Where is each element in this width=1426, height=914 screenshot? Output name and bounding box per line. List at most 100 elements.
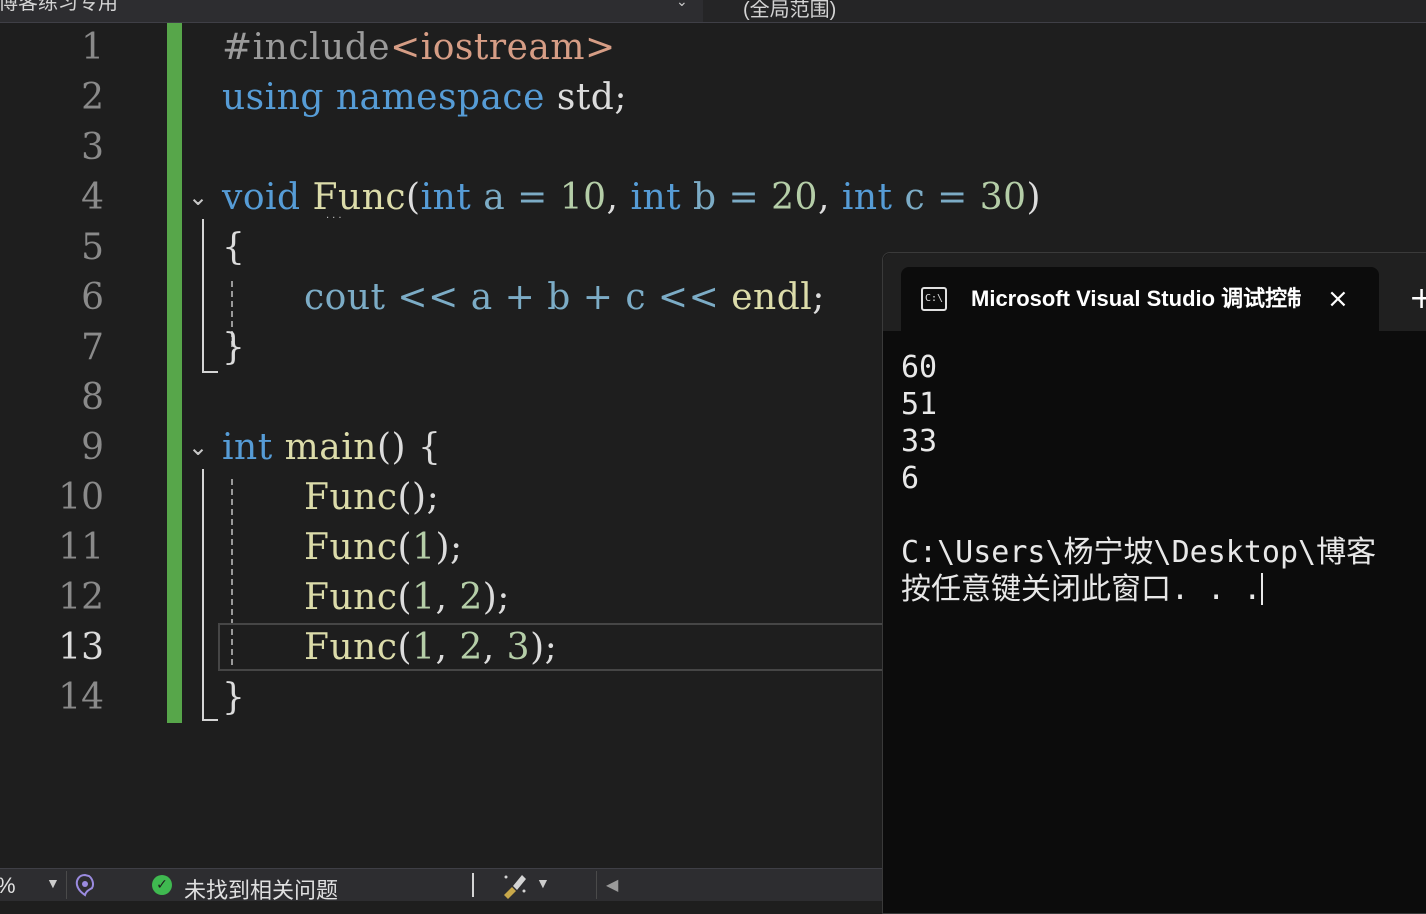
code-text: ();	[397, 477, 440, 518]
code-text: ;	[812, 277, 825, 318]
param: c =	[892, 177, 980, 218]
code-line-7[interactable]: }	[222, 323, 245, 373]
line-number: 7	[81, 327, 104, 368]
close-icon[interactable]: ×	[1327, 283, 1349, 315]
divider	[66, 871, 67, 899]
function-name: endl	[731, 277, 813, 318]
code-text: }	[222, 677, 246, 718]
copilot-icon[interactable]	[74, 873, 96, 897]
output-line: 51	[901, 387, 938, 422]
code-text: (	[397, 577, 413, 618]
console-tab-bar: C:\ Microsoft Visual Studio 调试控制台 × +	[883, 253, 1426, 331]
number: 20	[771, 177, 818, 218]
fold-chevron-icon[interactable]: ⌄	[188, 433, 218, 463]
function-name: Func	[304, 527, 398, 568]
code-text: () {	[376, 427, 442, 468]
line-number: 11	[58, 527, 104, 568]
code-text: ,	[606, 177, 631, 218]
scroll-left-icon[interactable]: ◀	[606, 875, 618, 895]
code-text: );	[435, 527, 463, 568]
line-number: 12	[58, 577, 104, 618]
zoom-level[interactable]: %	[0, 873, 16, 899]
code-text: ,	[435, 627, 460, 668]
fold-chevron-icon[interactable]: ⌄	[188, 183, 218, 213]
code-line-14[interactable]: }	[222, 673, 245, 723]
change-tracking-bar	[167, 23, 182, 723]
number: 1	[412, 627, 436, 668]
code-text: {	[222, 227, 246, 268]
line-number: 9	[81, 427, 104, 468]
scope-dropdown-value: (全局范围)	[743, 0, 837, 21]
number: 1	[412, 577, 436, 618]
code-text: cout << a + b + c <<	[304, 277, 732, 318]
keyword: using	[222, 77, 324, 118]
scope-dropdown[interactable]: (全局范围)	[703, 0, 1426, 22]
editor-status-bar: % ▼ ✓ 未找到相关问题 ▼ ◀	[0, 868, 882, 903]
terminal-icon: C:\	[921, 287, 947, 311]
scope-guide	[202, 219, 204, 349]
line-number: 5	[81, 227, 104, 268]
divider	[596, 871, 597, 899]
number: 2	[459, 627, 483, 668]
code-text: )	[1026, 177, 1042, 218]
code-text: );	[482, 577, 510, 618]
code-line-11[interactable]: Func(1);	[304, 523, 463, 573]
code-line-5[interactable]: {	[222, 223, 245, 273]
code-line-10[interactable]: Func();	[304, 473, 439, 523]
scope-guide	[202, 469, 204, 699]
scope-guide-end	[202, 699, 218, 721]
output-line: 6	[901, 461, 920, 496]
code-text: ,	[482, 627, 507, 668]
keyword: int	[841, 177, 893, 218]
line-number-current: 13	[58, 627, 104, 668]
chevron-down-icon[interactable]: ▼	[46, 875, 60, 891]
code-text: ,	[817, 177, 842, 218]
include-header: <iostream>	[390, 27, 616, 68]
output-line: C:\Users\杨宁坡\Desktop\博客	[901, 535, 1377, 570]
line-number: 14	[58, 677, 104, 718]
param: a =	[471, 177, 560, 218]
console-tab-title: Microsoft Visual Studio 调试控制台	[971, 286, 1301, 311]
line-number: 6	[81, 277, 104, 318]
project-dropdown[interactable]: 博客练习专用 ⌄	[0, 0, 695, 22]
debug-console-window[interactable]: C:\ Microsoft Visual Studio 调试控制台 × + 60…	[882, 252, 1426, 914]
number: 2	[459, 577, 483, 618]
keyword: int	[420, 177, 472, 218]
code-text: (	[397, 527, 413, 568]
code-line-9[interactable]: int main() {	[222, 423, 441, 473]
code-text: (	[406, 177, 421, 218]
function-name: Func	[304, 577, 398, 618]
chevron-down-icon[interactable]: ▼	[536, 875, 550, 891]
code-line-12[interactable]: Func(1, 2);	[304, 573, 510, 623]
issues-status[interactable]: 未找到相关问题	[184, 873, 338, 905]
code-line-13[interactable]: Func(1, 2, 3);	[304, 623, 557, 673]
console-output: 60 51 33 6 C:\Users\杨宁坡\Desktop\博客 按任意键关…	[901, 349, 1376, 608]
function-name: Func	[312, 177, 407, 218]
line-number: 3	[81, 127, 104, 168]
output-line: 按任意键关闭此窗口. . .	[901, 572, 1262, 607]
scope-guide-end	[202, 349, 218, 373]
code-line-1[interactable]: #include<iostream>	[222, 23, 616, 73]
code-text: (	[397, 627, 413, 668]
number: 10	[559, 177, 607, 218]
function-name: Func	[304, 627, 398, 668]
line-number: 1	[81, 27, 104, 68]
editor-navigation-bar: 博客练习专用 ⌄ (全局范围)	[0, 0, 1426, 23]
number: 30	[979, 177, 1027, 218]
number: 3	[506, 627, 531, 668]
keyword: namespace	[335, 77, 545, 118]
console-tab[interactable]: C:\ Microsoft Visual Studio 调试控制台 ×	[901, 267, 1379, 331]
check-circle-icon: ✓	[152, 875, 172, 895]
chevron-down-icon[interactable]: ⌄	[676, 0, 688, 8]
function-name: main	[284, 427, 377, 468]
new-tab-icon[interactable]: +	[1409, 279, 1426, 319]
code-line-6[interactable]: cout << a + b + c << endl;	[304, 273, 825, 323]
output-line: 60	[901, 350, 938, 385]
code-cleanup-brush-icon[interactable]	[500, 871, 530, 899]
code-line-4[interactable]: void Func(int a = 10, int b = 20, int c …	[222, 173, 1041, 223]
keyword: int	[222, 427, 273, 468]
line-number: 4	[81, 177, 104, 218]
divider	[472, 873, 474, 897]
line-number: 10	[58, 477, 104, 518]
code-line-2[interactable]: using namespace std;	[222, 73, 627, 123]
